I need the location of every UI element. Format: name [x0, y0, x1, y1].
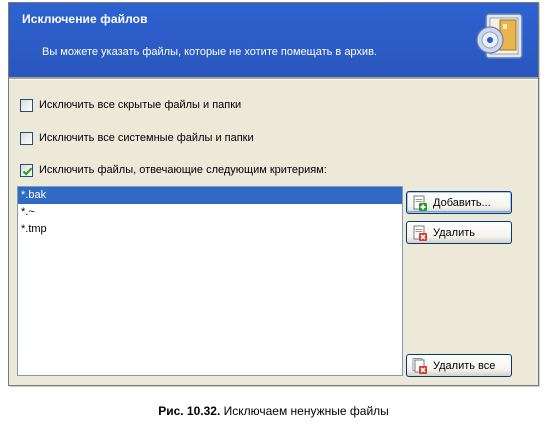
criteria-checkbox[interactable] — [20, 163, 33, 177]
add-button[interactable]: Добавить... — [406, 191, 512, 214]
remove-all-button[interactable]: Удалить все — [406, 354, 512, 377]
option-criteria[interactable]: Исключить файлы, отвечающие следующим кр… — [20, 161, 327, 179]
figure-caption-text: Исключаем ненужные файлы — [223, 404, 389, 418]
wizard-header: Исключение файлов Вы можете указать файл… — [9, 3, 538, 77]
figure-caption: Рис. 10.32. Исключаем ненужные файлы — [0, 404, 547, 418]
hidden-files-checkbox[interactable] — [20, 98, 33, 112]
exclusion-list[interactable]: *.bak *.~ *.tmp — [17, 186, 403, 376]
backup-wizard-icon — [476, 13, 523, 59]
option-system-files[interactable]: Исключить все системные файлы и папки — [20, 129, 254, 147]
page-title: Исключение файлов — [22, 12, 148, 26]
page-subtitle: Вы можете указать файлы, которые не хоти… — [42, 46, 377, 58]
remove-all-button-label: Удалить все — [433, 359, 496, 372]
option-hidden-files[interactable]: Исключить все скрытые файлы и папки — [20, 96, 241, 114]
add-button-label: Добавить... — [433, 196, 491, 209]
system-files-checkbox[interactable] — [20, 131, 33, 145]
add-file-icon — [413, 195, 427, 211]
hidden-files-label: Исключить все скрытые файлы и папки — [39, 99, 242, 111]
remove-file-icon — [413, 225, 427, 241]
list-item[interactable]: *.tmp — [18, 221, 402, 238]
remove-all-files-icon — [412, 357, 427, 374]
criteria-label: Исключить файлы, отвечающие следующим кр… — [39, 164, 327, 176]
system-files-label: Исключить все системные файлы и папки — [39, 132, 254, 144]
checkmark-icon — [22, 167, 33, 176]
list-item[interactable]: *.bak — [18, 187, 402, 204]
header-separator — [9, 77, 538, 80]
figure-number: Рис. 10.32. — [158, 404, 221, 418]
remove-button-label: Удалить — [433, 226, 475, 239]
list-item[interactable]: *.~ — [18, 204, 402, 221]
remove-button[interactable]: Удалить — [406, 221, 512, 244]
